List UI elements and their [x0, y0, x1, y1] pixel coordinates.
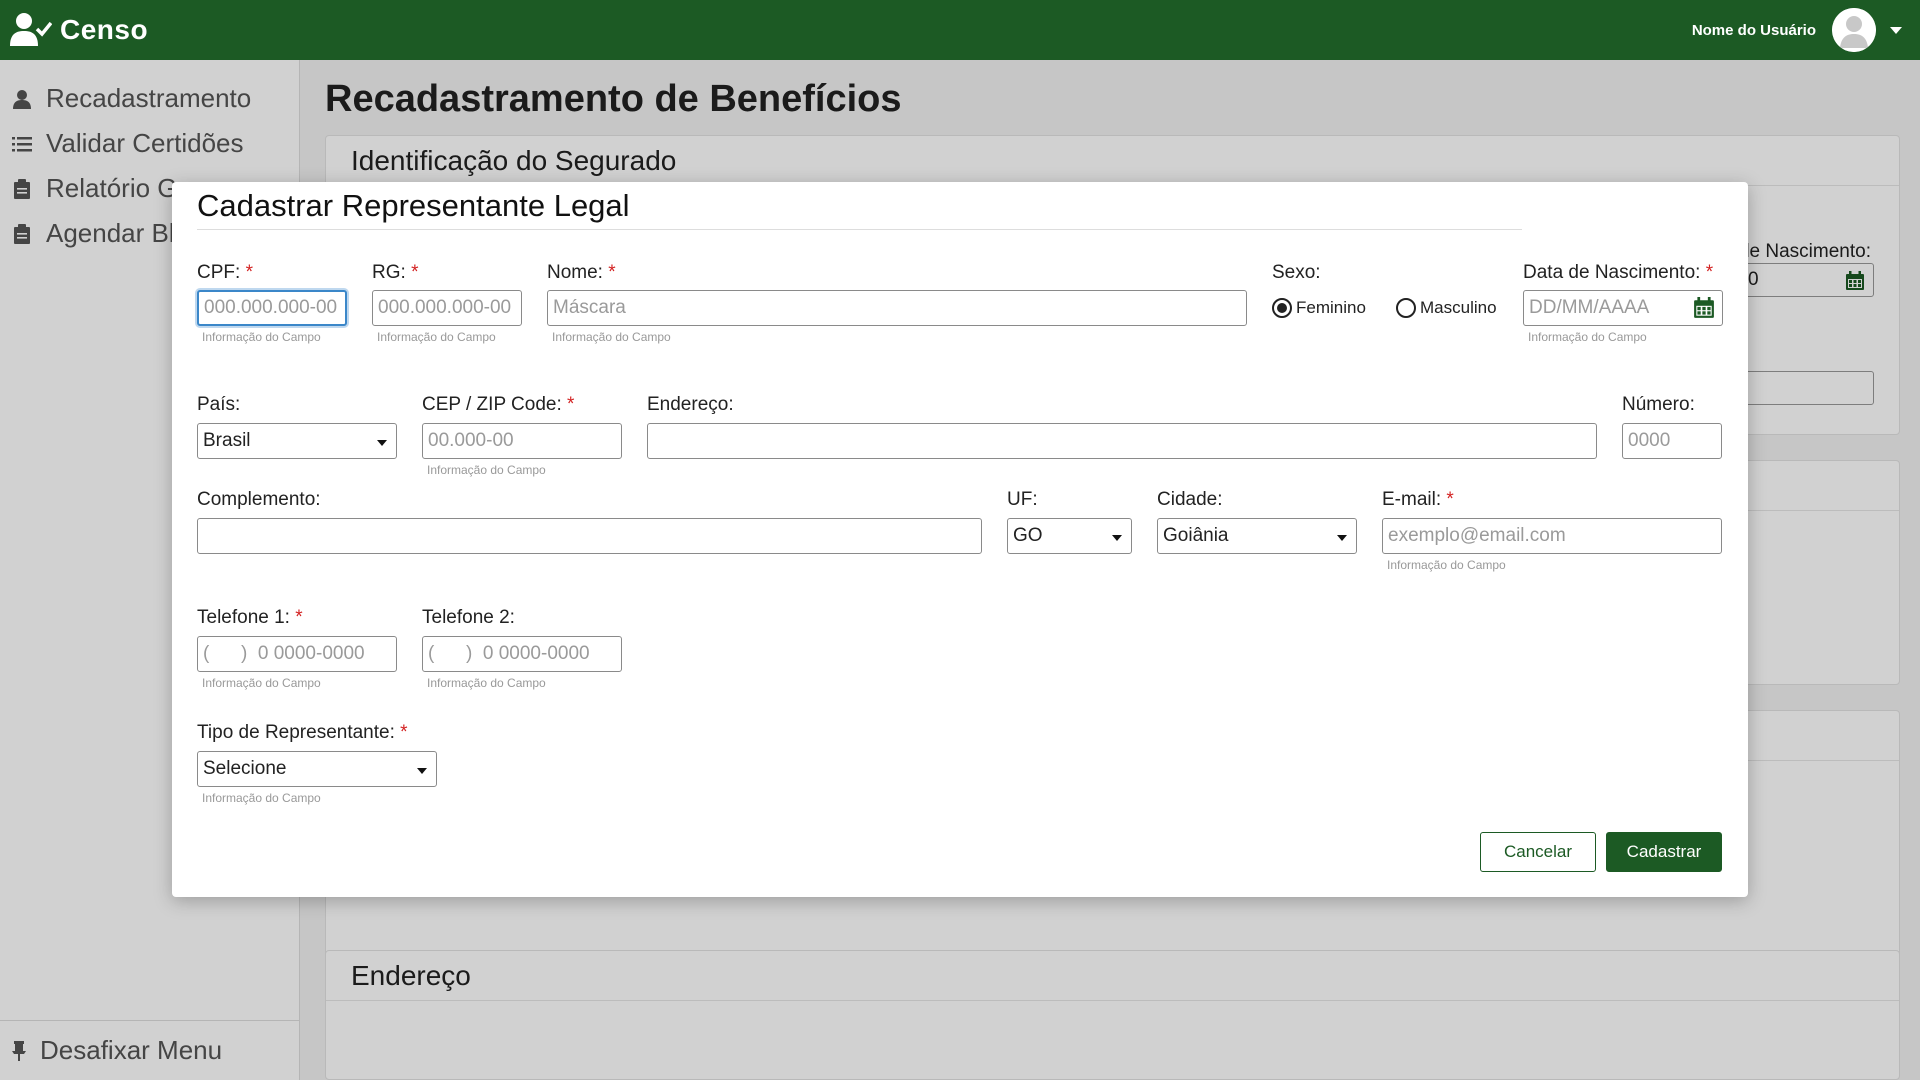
- uf-value: GO: [1013, 525, 1043, 546]
- nome-label: Nome: *: [547, 262, 616, 284]
- radio-label: Masculino: [1420, 298, 1497, 317]
- chevron-down-icon[interactable]: [1890, 26, 1902, 34]
- radio-label: Feminino: [1296, 298, 1366, 317]
- brand[interactable]: Censo: [10, 12, 148, 48]
- nascimento-help: Informação do Campo: [1528, 330, 1647, 344]
- cidade-value: Goiânia: [1163, 525, 1229, 546]
- label-text: E-mail:: [1382, 489, 1442, 510]
- uf-select[interactable]: GO: [1007, 518, 1132, 554]
- user-check-icon: [10, 13, 52, 46]
- email-label: E-mail: *: [1382, 489, 1454, 511]
- uf-label: UF:: [1007, 489, 1038, 510]
- cancel-button[interactable]: Cancelar: [1480, 832, 1596, 872]
- cpf-input[interactable]: [197, 290, 347, 326]
- caret-down-icon: [417, 768, 427, 774]
- cidade-label: Cidade:: [1157, 489, 1223, 510]
- telefone1-label: Telefone 1: *: [197, 607, 303, 629]
- pais-label: País:: [197, 394, 241, 415]
- tipo-label: Tipo de Representante: *: [197, 722, 408, 744]
- modal-title: Cadastrar Representante Legal: [197, 188, 630, 223]
- label-text: Telefone 1:: [197, 607, 290, 628]
- nome-help: Informação do Campo: [552, 330, 671, 344]
- complemento-label: Complemento:: [197, 489, 321, 510]
- nascimento-label: Data de Nascimento: *: [1523, 262, 1713, 284]
- rg-label: RG: *: [372, 262, 418, 284]
- avatar[interactable]: [1832, 8, 1876, 52]
- complemento-input[interactable]: [197, 518, 982, 554]
- label-text: RG:: [372, 262, 406, 283]
- endereco-input[interactable]: [647, 423, 1597, 459]
- cep-input[interactable]: [422, 423, 622, 459]
- divider: [197, 229, 1522, 230]
- calendar-icon[interactable]: [1693, 297, 1715, 319]
- avatar-icon: [1832, 8, 1876, 52]
- required-mark: *: [1446, 489, 1454, 510]
- submit-button[interactable]: Cadastrar: [1606, 832, 1722, 872]
- required-mark: *: [411, 262, 419, 283]
- radio-checked-icon: [1272, 298, 1292, 318]
- representante-modal: Cadastrar Representante Legal CPF: * Inf…: [172, 182, 1748, 897]
- cep-help: Informação do Campo: [427, 463, 546, 477]
- cpf-help: Informação do Campo: [202, 330, 321, 344]
- rg-help: Informação do Campo: [377, 330, 496, 344]
- telefone1-help: Informação do Campo: [202, 676, 321, 690]
- user-menu[interactable]: Nome do Usuário: [1692, 0, 1902, 60]
- cidade-select[interactable]: Goiânia: [1157, 518, 1357, 554]
- top-bar: Censo Nome do Usuário: [0, 0, 1920, 60]
- telefone1-input[interactable]: [197, 636, 397, 672]
- radio-unchecked-icon: [1396, 298, 1416, 318]
- required-mark: *: [1705, 262, 1714, 283]
- telefone2-input[interactable]: [422, 636, 622, 672]
- label-text: CEP / ZIP Code:: [422, 394, 562, 415]
- telefone2-help: Informação do Campo: [427, 676, 546, 690]
- caret-down-icon: [1112, 535, 1122, 541]
- numero-label: Número:: [1622, 394, 1695, 415]
- tipo-value: Selecione: [203, 758, 287, 779]
- rg-input[interactable]: [372, 290, 522, 326]
- nome-input[interactable]: [547, 290, 1247, 326]
- telefone2-label: Telefone 2:: [422, 607, 515, 628]
- user-name: Nome do Usuário: [1691, 21, 1816, 39]
- pais-select[interactable]: Brasil: [197, 423, 397, 459]
- radio-feminino[interactable]: Feminino: [1272, 298, 1366, 318]
- cpf-label: CPF: *: [197, 262, 253, 284]
- app-name: Censo: [60, 14, 149, 45]
- required-mark: *: [400, 722, 408, 743]
- label-text: Nome:: [547, 262, 603, 283]
- label-text: Tipo de Representante:: [197, 722, 395, 743]
- email-help: Informação do Campo: [1387, 558, 1506, 572]
- required-mark: *: [608, 262, 616, 283]
- tipo-select[interactable]: Selecione: [197, 751, 437, 787]
- pais-value: Brasil: [203, 430, 251, 451]
- caret-down-icon: [1337, 535, 1347, 541]
- sexo-label: Sexo:: [1272, 262, 1321, 283]
- endereco-label: Endereço:: [647, 394, 734, 415]
- label-text: CPF:: [197, 262, 241, 283]
- required-mark: *: [245, 262, 253, 283]
- cep-label: CEP / ZIP Code: *: [422, 394, 574, 416]
- tipo-help: Informação do Campo: [202, 791, 321, 805]
- radio-masculino[interactable]: Masculino: [1396, 298, 1497, 318]
- required-mark: *: [295, 607, 303, 628]
- required-mark: *: [567, 394, 575, 415]
- caret-down-icon: [377, 440, 387, 446]
- numero-input[interactable]: [1622, 423, 1722, 459]
- label-text: Data de Nascimento:: [1523, 262, 1701, 283]
- email-input[interactable]: [1382, 518, 1722, 554]
